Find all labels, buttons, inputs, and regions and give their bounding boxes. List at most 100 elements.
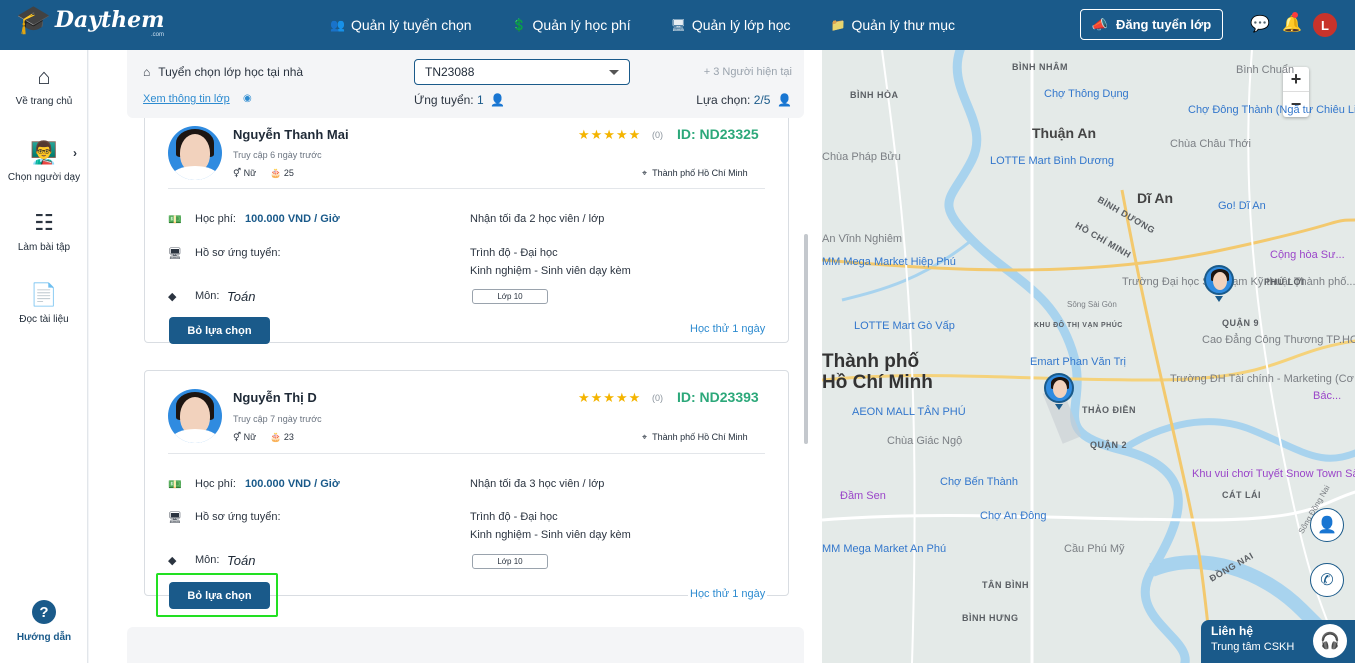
map-label: Dĩ An [1137,190,1174,206]
map-label: Bác... [1313,390,1342,402]
map-label: Chùa Pháp Bửu [822,151,901,163]
map-label: Chợ An Đông [980,510,1047,522]
trial-lesson: Học thử 1 ngày [688,588,768,600]
tutor-card: Nguyễn Thanh Mai Truy cập 6 ngày trước ⚥… [144,118,789,344]
avatar [168,126,222,180]
nav-label: Quản lý tuyển chọn [350,17,472,33]
user-avatar[interactable]: L [1313,13,1337,37]
person-check-icon: 👤 [773,93,792,107]
watching-count: + 3 Người hiện tại [703,66,792,78]
home-icon: ⌂ [37,64,51,89]
map-label: BÌNH HÒA [850,90,899,100]
profile-icon: 🖥 [168,248,182,260]
selected-value: 2/5 [753,93,771,107]
nav-tuition[interactable]: 💲 Quản lý học phí [512,17,631,33]
fee-value: 100.000 VND / Giờ [245,478,340,490]
post-class-button[interactable]: 📣 Đăng tuyển lớp [1080,9,1223,40]
map-label: Đầm Sen [840,490,886,502]
help-icon: ? [32,600,56,624]
location-pin-icon: ⌖ [642,168,648,178]
headset-icon: 🎧 [1313,624,1347,658]
add-user-icon: 👤 [1317,517,1337,534]
location-text: Thành phố Hồ Chí Minh [652,168,748,178]
map-label: Cộng hòa Sư... [1270,249,1345,261]
map-label: Chợ Bến Thành [940,476,1018,488]
map-label: QUẬN 2 [1090,440,1128,450]
map-label: Cầu Phú Mỹ [1064,543,1125,555]
phone-button[interactable]: ✆ [1310,563,1344,597]
max-students: Nhận tối đa 3 học viên / lớp [470,478,605,490]
rating-count: (0) [652,130,663,140]
logo[interactable]: 🎓 Daythem .com [16,4,164,39]
location-pin-icon: ⌖ [642,432,648,442]
map-label: Chùa Châu Thới [1170,138,1252,150]
nav-folders[interactable]: 📁 Quản lý thư mục [831,17,955,33]
tutor-name: Nguyễn Thanh Mai [233,127,349,142]
deselect-button[interactable]: Bỏ lựa chọn [169,317,270,344]
applied-label: Ứng tuyển: [414,93,474,107]
sidebar-item-documents[interactable]: 📄 Đọc tài liệu [0,282,88,325]
tutor-location: ⌖ Thành phố Hồ Chí Minh [642,168,748,179]
education-level: Trình độ - Đại học [470,511,558,523]
money-icon: 💲 [511,18,527,32]
fee-value: 100.000 VND / Giờ [245,213,340,225]
next-card-placeholder [127,627,804,663]
map[interactable]: + − Thuận An Dĩ An BÌNH DƯƠNG HỒ CHÍ MIN… [822,50,1355,663]
cash-icon: 💵 [168,479,182,491]
grade-tag: Lớp 10 [472,289,548,304]
nav-label: Quản lý thư mục [851,17,956,33]
map-label: CÁT LÁI [1222,490,1261,500]
sidebar-item-assignments[interactable]: ☷ Làm bài tập [0,210,88,253]
profile-icon: 🖥 [168,512,182,524]
view-class-info-link[interactable]: Xem thông tin lớp [143,93,230,105]
map-label: Hồ Chí Minh [822,372,933,393]
selected-count: Lựa chọn: 2/5 👤 [696,93,792,107]
nav-label: Quản lý lớp học [691,17,791,33]
map-label: Emart Phan Văn Trị [1030,356,1126,368]
map-label: KHU ĐÔ THỊ VẠN PHÚC [1034,322,1123,329]
map-label: Sông Sài Gòn [1067,300,1117,309]
gender: ⚥ Nữ [233,432,257,442]
map-label: An Vĩnh Nghiêm [822,233,903,245]
rating-count: (0) [652,393,663,403]
selected-label: Lựa chọn: [696,93,751,107]
location-text: Thành phố Hồ Chí Minh [652,432,748,442]
tutor-meta: ⚥ Nữ 🎂 25 [233,168,294,179]
logo-sub: .com [151,32,165,38]
filter-title-text: Tuyển chọn lớp học tại nhà [158,65,304,79]
map-label: TÂN BÌNH [982,580,1029,590]
experience: Kinh nghiệm - Sinh viên dạy kèm [470,529,631,541]
sidebar-item-home[interactable]: ⌂ Về trang chủ [0,64,88,107]
sidebar: ⌂ Về trang chủ 👨‍🏫 Chọn người dạy › ☷ Là… [0,50,88,663]
last-access: Truy cập 6 ngày trước [233,150,322,160]
tutor-location: ⌖ Thành phố Hồ Chí Minh [642,432,748,443]
sidebar-item-label: Đọc tài liệu [19,314,69,325]
subject-label: Môn: [195,554,220,566]
contact-support-widget[interactable]: Liên hệ Trung tâm CSKH 🎧 [1201,620,1355,663]
pdf-icon: 📄 [30,282,58,307]
map-label: THẢO ĐIỀN [1082,405,1136,415]
sidebar-item-help[interactable]: ? Hướng dẫn [0,600,88,643]
avatar [168,389,222,443]
class-filter-box: ⌂ Tuyển chọn lớp học tại nhà TN23088 + 3… [127,50,804,118]
add-user-button[interactable]: 👤 [1310,508,1344,542]
subject-label: Môn: [195,290,220,302]
scrollbar[interactable] [804,234,808,444]
megaphone-icon: 📣 [1091,16,1108,32]
profile-label: Hồ sơ ứng tuyển: [195,511,281,523]
age: 🎂 25 [270,168,294,178]
map-label: LOTTE Mart Bình Dương [990,155,1115,167]
nav-classes[interactable]: 🖥 Quản lý lớp học [671,17,791,33]
tutor-map-pin[interactable] [1044,373,1074,403]
map-label: Trường ĐH Tài chính - Marketing (Cơ sở..… [1170,373,1355,385]
chat-icon[interactable]: 💬 [1250,14,1270,34]
graduation-cap-icon: 🎓 [16,4,51,35]
fee-label: Học phí: [195,213,236,225]
tutor-name: Nguyễn Thị D [233,390,317,405]
chevron-down-icon [609,70,619,75]
class-code-select[interactable]: TN23088 [414,59,630,85]
nav-recruitment[interactable]: 👥 Quản lý tuyển chọn [330,17,472,33]
map-label: Thuận An [1032,125,1097,141]
age: 🎂 23 [270,432,294,442]
tutor-map-pin[interactable] [1204,265,1234,295]
